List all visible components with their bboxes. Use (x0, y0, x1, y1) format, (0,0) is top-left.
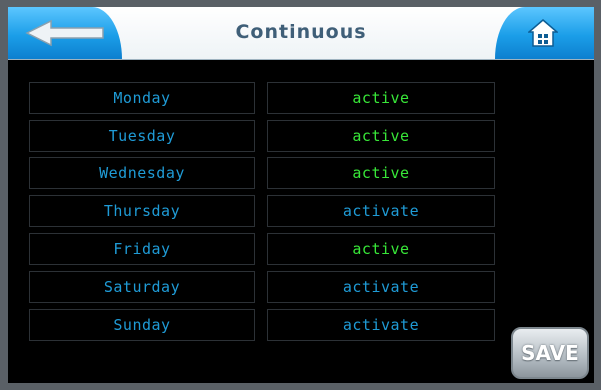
day-label: Tuesday (29, 120, 255, 152)
schedule-row-monday: Monday active (29, 82, 495, 114)
back-button[interactable] (8, 7, 122, 59)
day-label: Monday (29, 82, 255, 114)
day-label: Wednesday (29, 157, 255, 189)
day-label: Saturday (29, 271, 255, 303)
schedule-row-thursday: Thursday activate (29, 195, 495, 227)
status-toggle[interactable]: activate (267, 195, 495, 227)
save-button[interactable]: SAVE (511, 327, 589, 379)
home-icon (528, 19, 558, 47)
schedule-row-friday: Friday active (29, 233, 495, 265)
status-toggle[interactable]: active (267, 120, 495, 152)
status-toggle[interactable]: activate (267, 271, 495, 303)
schedule-row-wednesday: Wednesday active (29, 157, 495, 189)
status-toggle[interactable]: active (267, 157, 495, 189)
device-frame: Continuous Monday active Tuesday active … (0, 0, 601, 390)
arrow-left-icon (25, 19, 104, 47)
day-label: Thursday (29, 195, 255, 227)
status-toggle[interactable]: active (267, 82, 495, 114)
day-label: Sunday (29, 309, 255, 341)
status-toggle[interactable]: active (267, 233, 495, 265)
schedule-row-saturday: Saturday activate (29, 271, 495, 303)
schedule-row-sunday: Sunday activate (29, 309, 495, 341)
status-toggle[interactable]: activate (267, 309, 495, 341)
schedule-row-tuesday: Tuesday active (29, 120, 495, 152)
home-button[interactable] (495, 7, 594, 59)
day-label: Friday (29, 233, 255, 265)
